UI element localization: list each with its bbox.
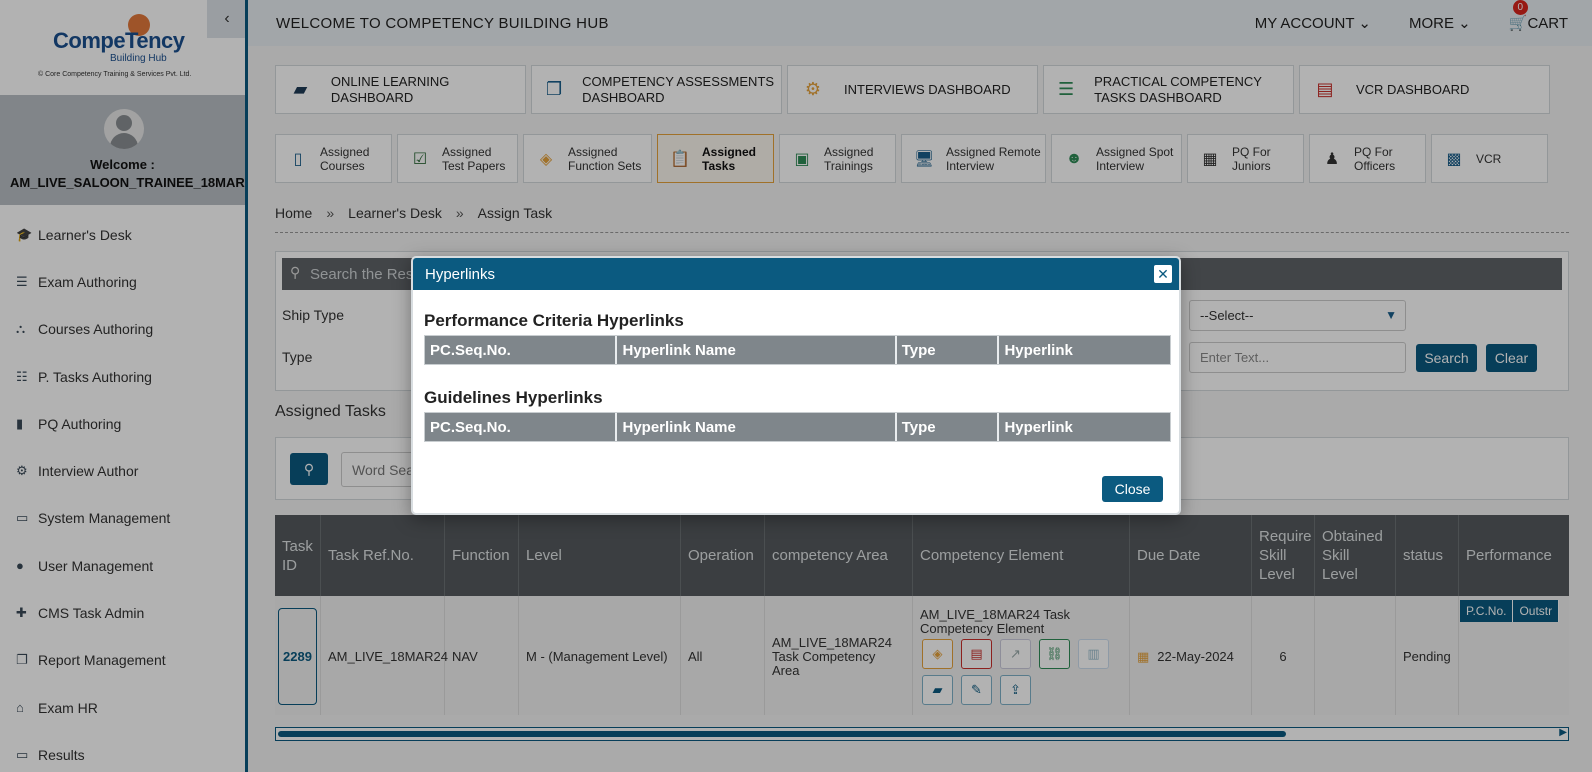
close-button[interactable]: Close <box>1102 476 1163 502</box>
column-header: Type <box>896 413 1000 441</box>
modal-header: Hyperlinks <box>413 258 1179 290</box>
column-header: PC.Seq.No. <box>425 413 618 441</box>
hyperlinks-modal: Hyperlinks ✕ Performance Criteria Hyperl… <box>411 256 1181 515</box>
modal-close-icon[interactable]: ✕ <box>1153 264 1173 284</box>
performance-criteria-table: PC.Seq.No. Hyperlink Name Type Hyperlink <box>424 335 1171 365</box>
column-header: Type <box>896 336 1000 364</box>
column-header: Hyperlink Name <box>617 336 897 364</box>
performance-criteria-heading: Performance Criteria Hyperlinks <box>424 311 684 330</box>
guidelines-heading: Guidelines Hyperlinks <box>424 388 603 407</box>
guidelines-table: PC.Seq.No. Hyperlink Name Type Hyperlink <box>424 412 1171 442</box>
column-header: Hyperlink <box>999 413 1171 441</box>
column-header: PC.Seq.No. <box>425 336 618 364</box>
modal-title: Hyperlinks <box>425 265 496 283</box>
column-header: Hyperlink Name <box>617 413 897 441</box>
column-header: Hyperlink <box>999 336 1171 364</box>
